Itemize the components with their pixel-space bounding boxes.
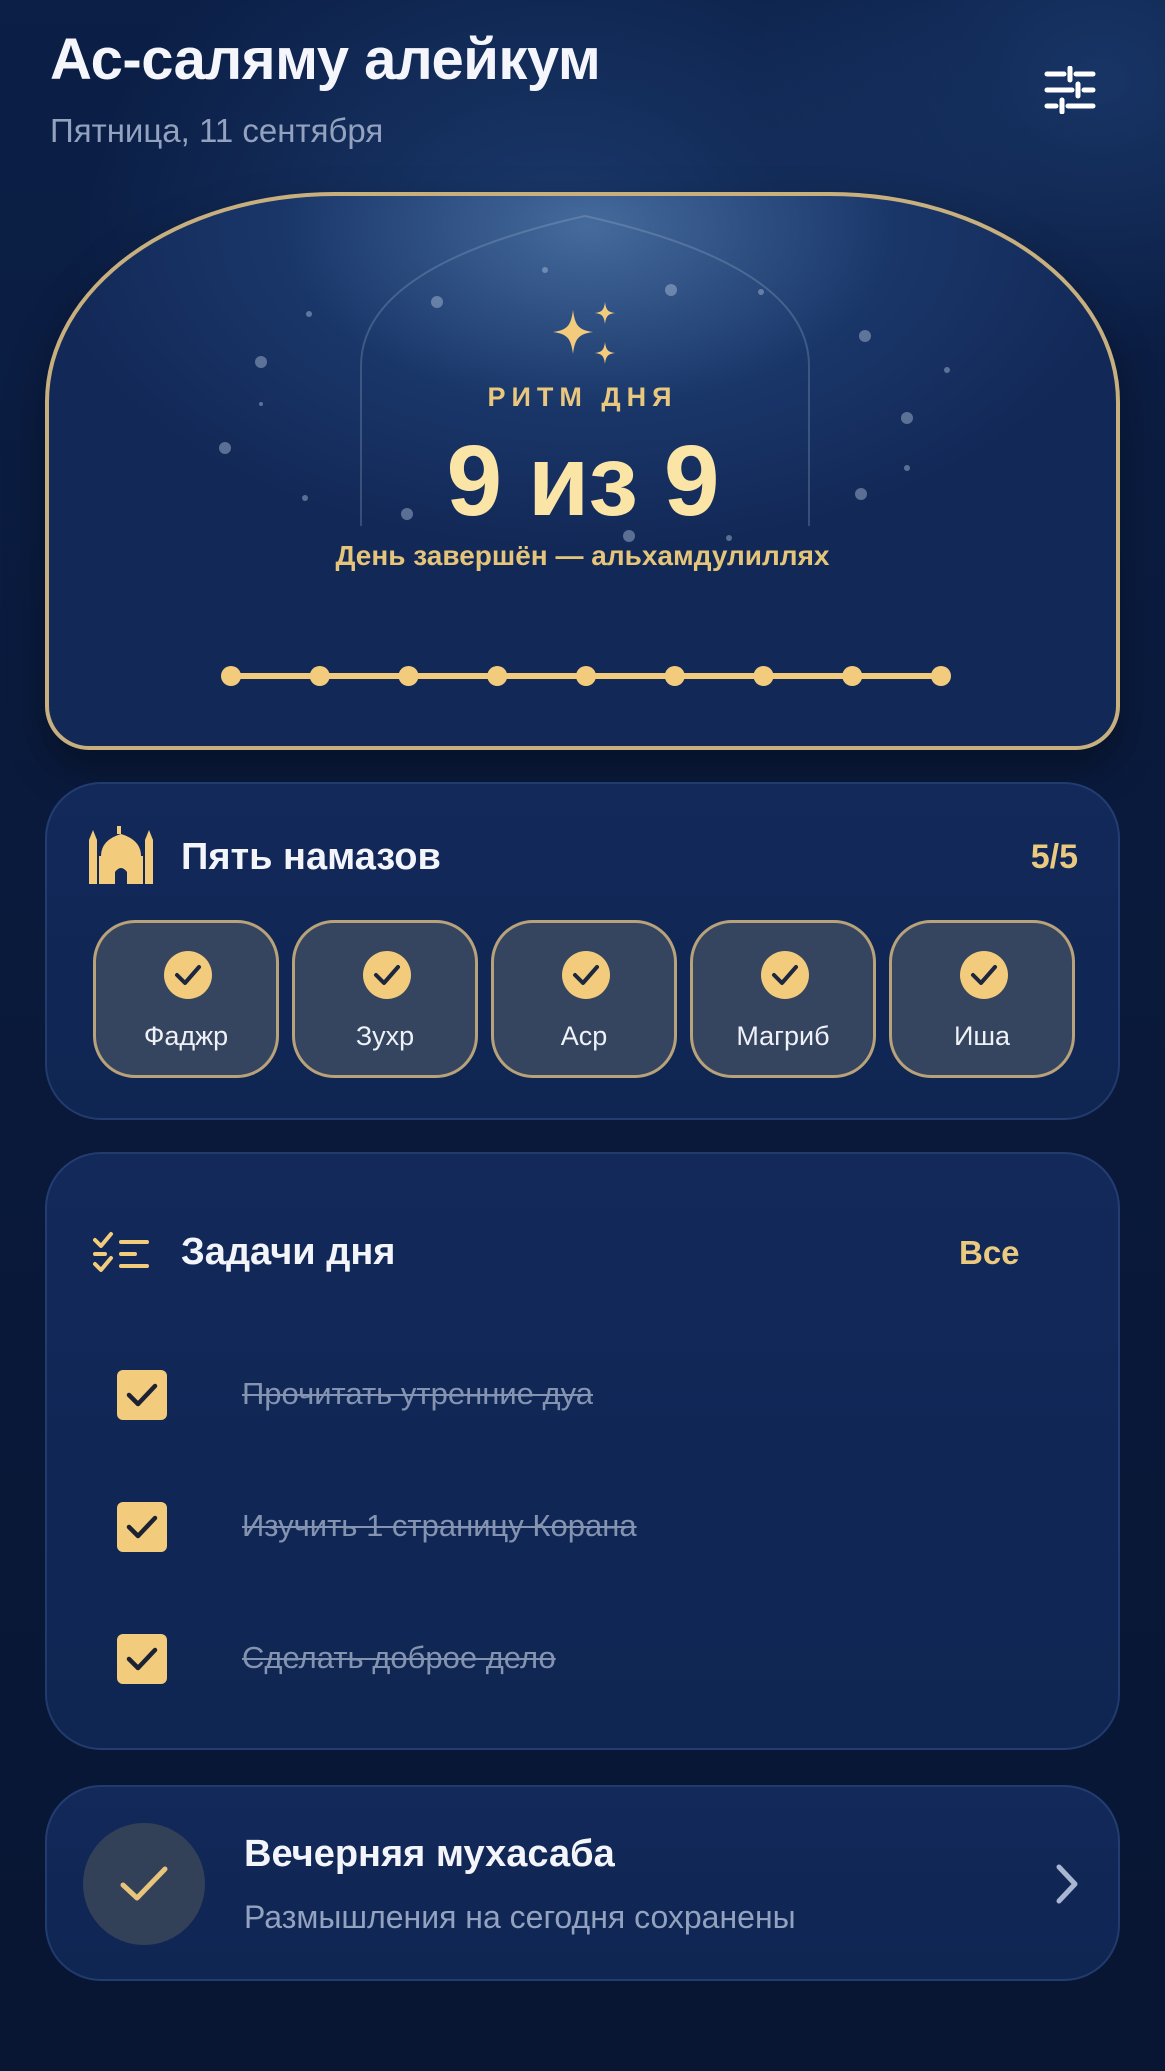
evening-status-circle <box>83 1823 205 1945</box>
tasks-all-link[interactable]: Все <box>959 1234 1020 1272</box>
daily-tasks-card: Задачи дня Все Прочитать утренние дуа Из… <box>45 1152 1120 1750</box>
prayer-fajr[interactable]: Фаджр <box>93 920 279 1078</box>
progress-step-dot <box>842 666 863 686</box>
day-rhythm-value: 9 из 9 <box>446 425 720 537</box>
five-prayers-card: Пять намазов 5/5 Фаджр Зухр Аср Магриб И… <box>45 782 1120 1120</box>
prayer-asr[interactable]: Аср <box>491 920 677 1078</box>
mosque-icon <box>89 826 153 884</box>
checklist-icon <box>93 1232 149 1272</box>
check-icon <box>761 951 809 999</box>
prayer-name: Фаджр <box>143 1021 229 1051</box>
day-progress-track <box>221 666 951 686</box>
tasks-title: Задачи дня <box>181 1231 396 1273</box>
progress-step-dot <box>221 666 241 686</box>
chevron-right-icon <box>1056 1864 1078 1904</box>
check-icon <box>164 951 212 999</box>
check-icon <box>126 1383 158 1407</box>
progress-step-dot <box>664 666 685 686</box>
check-icon <box>363 951 411 999</box>
prayer-dhuhr[interactable]: Зухр <box>292 920 478 1078</box>
check-icon <box>126 1515 158 1539</box>
prayer-name: Иша <box>953 1021 1011 1051</box>
sliders-icon <box>1044 66 1096 114</box>
evening-title: Вечерняя мухасаба <box>244 1833 615 1875</box>
evening-muhasaba-card[interactable]: Вечерняя мухасаба Размышления на сегодня… <box>45 1785 1120 1981</box>
sparkles-icon <box>553 302 615 364</box>
task-item[interactable]: Прочитать утренние дуа <box>117 1364 1057 1424</box>
progress-step-dot <box>931 666 951 686</box>
progress-step-dot <box>309 666 330 686</box>
task-text: Изучить 1 страницу Корана <box>242 1508 637 1543</box>
greeting-title: Ас-саляму алейкум <box>50 27 601 92</box>
prayer-maghrib[interactable]: Магриб <box>690 920 876 1078</box>
prayer-name: Зухр <box>355 1021 415 1051</box>
prayer-name: Аср <box>560 1021 608 1051</box>
day-rhythm-subtitle: День завершён — альхамдулиллях <box>335 540 830 571</box>
prayer-isha[interactable]: Иша <box>889 920 1075 1078</box>
task-item[interactable]: Изучить 1 страницу Корана <box>117 1496 1057 1556</box>
task-checkbox[interactable] <box>117 1634 167 1684</box>
check-icon <box>562 951 610 999</box>
settings-button[interactable] <box>1040 60 1100 120</box>
task-text: Прочитать утренние дуа <box>242 1376 593 1411</box>
prayers-count: 5/5 <box>1030 838 1078 876</box>
check-icon <box>960 951 1008 999</box>
evening-subtitle: Размышления на сегодня сохранены <box>244 1899 796 1935</box>
progress-step-dot <box>753 666 774 686</box>
current-date: Пятница, 11 сентября <box>50 112 384 149</box>
progress-step-dot <box>487 666 508 686</box>
day-rhythm-label: РИТМ ДНЯ <box>487 382 678 412</box>
prayers-title: Пять намазов <box>181 836 441 878</box>
progress-step-dot <box>398 666 419 686</box>
day-rhythm-card: РИТМ ДНЯ 9 из 9 День завершён — альхамду… <box>45 192 1120 750</box>
check-icon <box>120 1866 168 1901</box>
task-checkbox[interactable] <box>117 1370 167 1420</box>
check-icon <box>126 1647 158 1671</box>
prayer-name: Магриб <box>736 1021 830 1051</box>
progress-step-dot <box>576 666 596 686</box>
task-checkbox[interactable] <box>117 1502 167 1552</box>
task-item[interactable]: Сделать доброе дело <box>117 1628 1057 1688</box>
task-text: Сделать доброе дело <box>242 1640 556 1675</box>
